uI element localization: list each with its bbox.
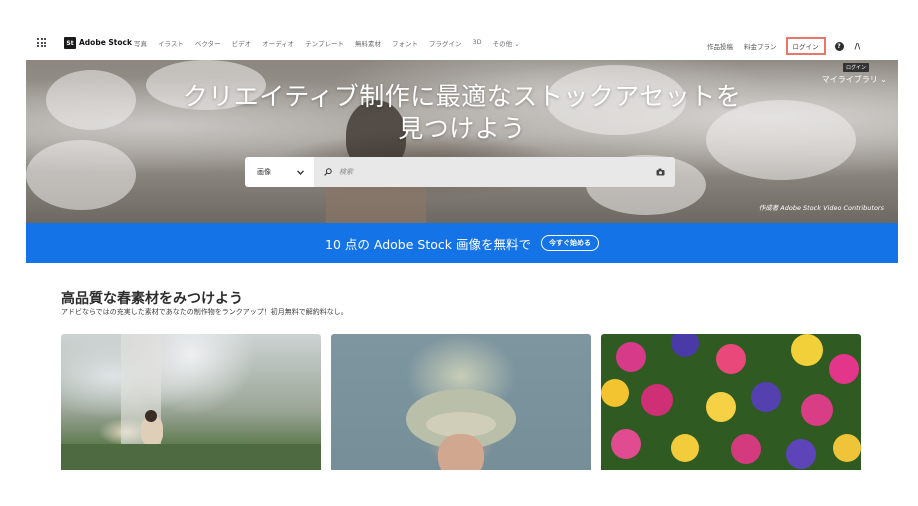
menu-item-audio[interactable]: オーディオ — [262, 38, 294, 48]
menu-item-free[interactable]: 無料素材 — [355, 38, 381, 48]
promo-banner: 10 点の Adobe Stock 画像を無料で 今すぐ始める — [26, 223, 898, 263]
flower — [786, 439, 816, 469]
adobe-logo-icon[interactable]: /\ — [855, 42, 861, 51]
flower — [731, 434, 761, 464]
asset-type-select[interactable]: 画像 — [245, 157, 314, 187]
flower — [751, 382, 781, 412]
page-frame: St Adobe Stock 写真 イラスト ベクター ビデオ オーディオ テン… — [26, 27, 898, 470]
menu-item-illustrations[interactable]: イラスト — [158, 38, 184, 48]
flower — [616, 342, 646, 372]
section-subtitle: アドビならではの充実した素材であなたの制作物をランクアップ！初月無料で解約料なし… — [61, 308, 348, 316]
asset-type-value: 画像 — [257, 168, 271, 176]
help-icon[interactable]: ? — [834, 41, 844, 51]
search-bar: 画像 検索 — [245, 157, 675, 187]
section-title: 高品質な春素材をみつけよう — [61, 291, 243, 307]
image-credit: 作成者 Adobe Stock Video Contributors — [758, 204, 884, 212]
nav-right: 作品投稿 料金プラン ログイン ? /\ — [707, 37, 860, 55]
menu-item-video[interactable]: ビデオ — [232, 38, 252, 48]
hero-banner: ログイン マイライブラリ ⌄ クリエイティブ制作に最適なストックアセットを 見つ… — [26, 60, 898, 223]
brand-name[interactable]: Adobe Stock — [79, 38, 132, 47]
image-card-cherry-blossom-garden[interactable] — [61, 334, 321, 470]
login-tooltip: ログイン — [842, 63, 869, 72]
image-card-primrose-flowers[interactable] — [601, 334, 861, 470]
app-switcher-icon[interactable] — [37, 38, 46, 47]
search-icon — [324, 168, 332, 176]
girl-face — [438, 434, 484, 470]
login-button[interactable]: ログイン — [785, 37, 826, 55]
top-nav: St Adobe Stock 写真 イラスト ベクター ビデオ オーディオ テン… — [26, 27, 898, 60]
menu-item-3d[interactable]: 3D — [472, 38, 481, 48]
search-input[interactable]: 検索 — [314, 157, 675, 187]
start-now-button[interactable]: 今すぐ始める — [540, 235, 599, 251]
flower — [716, 344, 746, 374]
flower — [833, 434, 861, 462]
flower — [829, 354, 859, 384]
image-card-flower-crown-girl[interactable] — [331, 334, 591, 470]
flower — [671, 434, 699, 462]
hero-title: クリエイティブ制作に最適なストックアセットを 見つけよう — [26, 81, 898, 145]
menu-item-photos[interactable]: 写真 — [134, 38, 147, 48]
hedge — [61, 444, 321, 470]
flower — [706, 392, 736, 422]
flower — [641, 384, 673, 416]
menu-item-vectors[interactable]: ベクター — [195, 38, 221, 48]
camera-search-icon[interactable] — [656, 168, 665, 176]
menu-item-templates[interactable]: テンプレート — [305, 38, 344, 48]
pricing-link[interactable]: 料金プラン — [744, 41, 777, 51]
stock-logo-icon[interactable]: St — [64, 37, 76, 49]
hero-title-line2: 見つけよう — [398, 114, 526, 143]
flower — [671, 334, 699, 357]
menu-item-plugins[interactable]: プラグイン — [429, 38, 462, 48]
blossom-decoration — [26, 140, 136, 210]
flower — [611, 429, 641, 459]
menu-item-fonts[interactable]: フォント — [392, 38, 418, 48]
search-placeholder: 検索 — [339, 168, 353, 176]
promo-text: 10 点の Adobe Stock 画像を無料で — [325, 236, 531, 252]
flower — [791, 334, 823, 366]
menu-item-more[interactable]: その他 ⌄ — [493, 38, 520, 48]
chevron-down-icon — [297, 169, 304, 175]
flower — [601, 379, 629, 407]
flower — [801, 394, 833, 426]
category-menu: 写真 イラスト ベクター ビデオ オーディオ テンプレート 無料素材 フォント … — [134, 38, 531, 48]
contribute-link[interactable]: 作品投稿 — [707, 41, 733, 51]
hero-title-line1: クリエイティブ制作に最適なストックアセットを — [182, 82, 742, 111]
person-head — [145, 410, 157, 422]
